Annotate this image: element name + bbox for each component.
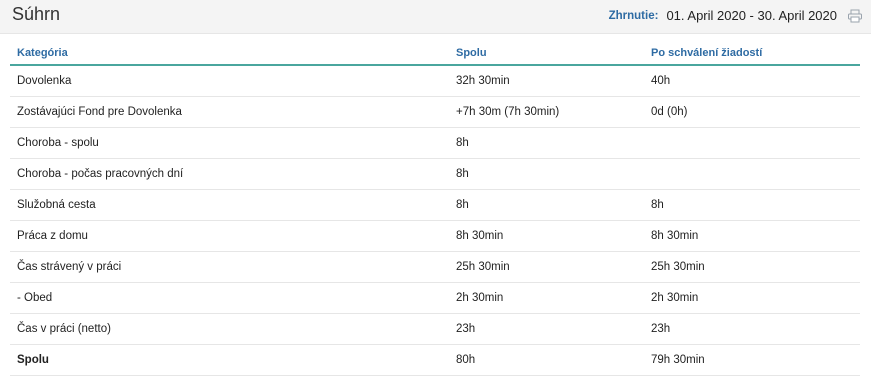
- table-row: Dovolenka 32h 30min 40h: [10, 66, 860, 97]
- date-range-label: Zhrnutie:: [608, 9, 659, 22]
- row-category: - Obed: [17, 292, 53, 304]
- row-approved: 8h: [651, 199, 664, 211]
- row-approved: 0d (0h): [651, 106, 688, 118]
- printer-icon[interactable]: [847, 9, 863, 23]
- table-row: - Obed 2h 30min 2h 30min: [10, 283, 860, 314]
- page-title: Súhrn: [12, 4, 61, 24]
- row-approved: 40h: [651, 75, 671, 87]
- table-row: Práca z domu 8h 30min 8h 30min: [10, 221, 860, 252]
- row-total: 8h: [456, 168, 469, 180]
- table-row: Choroba - spolu 8h: [10, 128, 860, 159]
- column-header-category[interactable]: Kategória: [10, 47, 449, 59]
- row-category: Práca z domu: [17, 230, 88, 242]
- table-row: Čas strávený v práci 25h 30min 25h 30min: [10, 252, 860, 283]
- column-header-approved[interactable]: Po schválení žiadostí: [644, 47, 860, 59]
- row-category: Čas strávený v práci: [17, 261, 122, 273]
- row-total: 2h 30min: [456, 292, 504, 304]
- row-total: 25h 30min: [456, 261, 510, 273]
- row-total: 8h: [456, 199, 469, 211]
- row-approved: 23h: [651, 323, 671, 335]
- table-row: Zostávajúci Fond pre Dovolenka +7h 30m (…: [10, 97, 860, 128]
- row-category: Choroba - spolu: [17, 137, 99, 149]
- row-category: Dovolenka: [17, 75, 72, 87]
- row-category: Spolu: [17, 354, 49, 366]
- row-approved: 8h 30min: [651, 230, 699, 242]
- row-total: 8h: [456, 137, 469, 149]
- row-total: 32h 30min: [456, 75, 510, 87]
- table-header-row: Kategória Spolu Po schválení žiadostí: [10, 42, 860, 66]
- column-header-total[interactable]: Spolu: [449, 47, 644, 59]
- table-row: Čas v práci (netto) 23h 23h: [10, 314, 860, 345]
- summary-table: Kategória Spolu Po schválení žiadostí Do…: [10, 42, 860, 376]
- row-category: Zostávajúci Fond pre Dovolenka: [17, 106, 182, 118]
- row-approved: 79h 30min: [651, 354, 705, 366]
- table-row: Služobná cesta 8h 8h: [10, 190, 860, 221]
- date-range: Zhrnutie: 01. April 2020 - 30. April 202…: [609, 8, 863, 23]
- date-range-value: 01. April 2020 - 30. April 2020: [666, 8, 837, 23]
- row-category: Choroba - počas pracovných dní: [17, 168, 184, 180]
- row-total: +7h 30m (7h 30min): [456, 106, 560, 118]
- row-total: 80h: [456, 354, 476, 366]
- summary-header: Súhrn Zhrnutie: 01. April 2020 - 30. Apr…: [0, 0, 871, 34]
- table-total-row: Spolu 80h 79h 30min: [10, 345, 860, 376]
- row-approved: 2h 30min: [651, 292, 699, 304]
- row-total: 8h 30min: [456, 230, 504, 242]
- row-category: Čas v práci (netto): [17, 323, 111, 335]
- row-approved: 25h 30min: [651, 261, 705, 273]
- row-total: 23h: [456, 323, 476, 335]
- table-row: Choroba - počas pracovných dní 8h: [10, 159, 860, 190]
- row-category: Služobná cesta: [17, 199, 96, 211]
